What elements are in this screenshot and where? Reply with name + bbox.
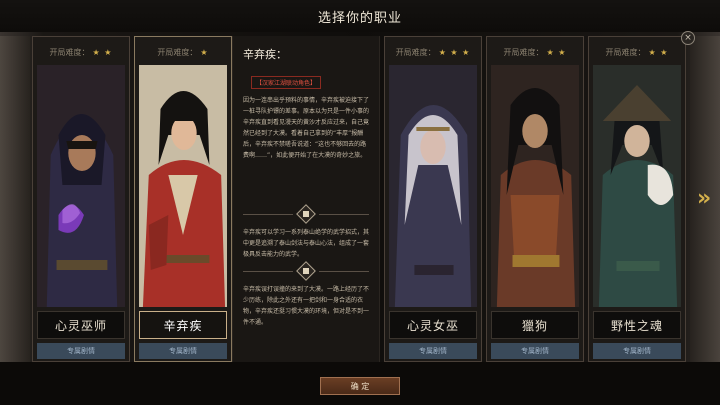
next-arrow-icon[interactable]: »: [697, 186, 715, 212]
difficulty-row: 开局难度： ★ ★: [589, 47, 685, 58]
class-card-hound[interactable]: 开局难度： ★ ★ 獵狗 专属剧情: [486, 36, 584, 362]
portrait-xin-qiji: [139, 65, 227, 307]
close-button[interactable]: ×: [681, 31, 695, 45]
diamond-icon: [296, 261, 316, 281]
difficulty-row: 开局难度： ★ ★: [487, 47, 583, 58]
description-panel: 辛弃疾： 【汉家江湖联动角色】 因为一连串出乎预料的事情，辛弃疾被迫接下了一桩寻…: [232, 36, 380, 362]
class-name: 心灵巫师: [37, 311, 125, 339]
story-button[interactable]: 专属剧情: [389, 343, 477, 359]
portrait-wild-soul: [593, 65, 681, 307]
class-card-wild-soul[interactable]: 开局难度： ★ ★ 野性之魂 专属剧情: [588, 36, 686, 362]
story-button[interactable]: 专属剧情: [139, 343, 227, 359]
difficulty-label: 开局难度：: [395, 48, 436, 57]
difficulty-row: 开局难度： ★ ★: [33, 47, 129, 58]
class-name: 心灵女巫: [389, 311, 477, 339]
class-name: 辛弃疾: [139, 311, 227, 339]
story-button[interactable]: 专属剧情: [37, 343, 125, 359]
difficulty-label: 开局难度：: [605, 48, 646, 57]
collab-tag: 【汉家江湖联动角色】: [251, 76, 322, 89]
portrait-hound: [491, 65, 579, 307]
portrait-psychic-wizard: [37, 65, 125, 307]
difficulty-label: 开局难度：: [503, 48, 544, 57]
difficulty-stars: ★ ★: [92, 48, 113, 57]
difficulty-row: 开局难度： ★ ★ ★: [385, 47, 481, 58]
portrait-psychic-witch: [389, 65, 477, 307]
confirm-button[interactable]: 确 定: [320, 377, 400, 395]
description-story: 因为一连串出乎预料的事情，辛弃疾被迫接下了一桩寻队护镖的差事。原本以为只是一件小…: [243, 97, 369, 159]
story-button[interactable]: 专属剧情: [491, 343, 579, 359]
class-card-psychic-witch[interactable]: 开局难度： ★ ★ ★ 心灵女巫 专属剧情: [384, 36, 482, 362]
story-button[interactable]: 专属剧情: [593, 343, 681, 359]
description-skills: 辛弃疾可以学习一系列泰山绝学的武学招式，其中更是追溯了泰山剑法与泰山心法，组成了…: [243, 229, 370, 258]
difficulty-stars: ★ ★ ★: [438, 48, 471, 57]
difficulty-label: 开局难度：: [157, 48, 198, 57]
title-bar: 选择你的职业: [0, 0, 720, 32]
difficulty-stars: ★ ★: [546, 48, 567, 57]
class-card-psychic-wizard[interactable]: 开局难度： ★ ★ 心灵巫师 专属剧情: [32, 36, 130, 362]
page-title: 选择你的职业: [317, 10, 402, 26]
class-card-xin-qiji[interactable]: 开局难度： ★ 辛弃疾 专属剧情: [134, 36, 232, 362]
diamond-icon: [296, 204, 316, 224]
description-title: 辛弃疾：: [243, 48, 287, 61]
section-divider: [243, 261, 369, 281]
class-name: 野性之魂: [593, 311, 681, 339]
difficulty-stars: ★ ★: [648, 48, 669, 57]
description-start: 辛弃疾误打误撞的来到了大漠。一路上经历了不少历练，除此之外还有一把剑和一身合适的…: [243, 286, 370, 326]
class-name: 獵狗: [491, 311, 579, 339]
section-divider: [243, 204, 369, 224]
left-edge-card: [0, 36, 30, 362]
difficulty-row: 开局难度： ★: [135, 47, 231, 58]
difficulty-label: 开局难度：: [49, 48, 90, 57]
difficulty-stars: ★: [200, 48, 209, 57]
